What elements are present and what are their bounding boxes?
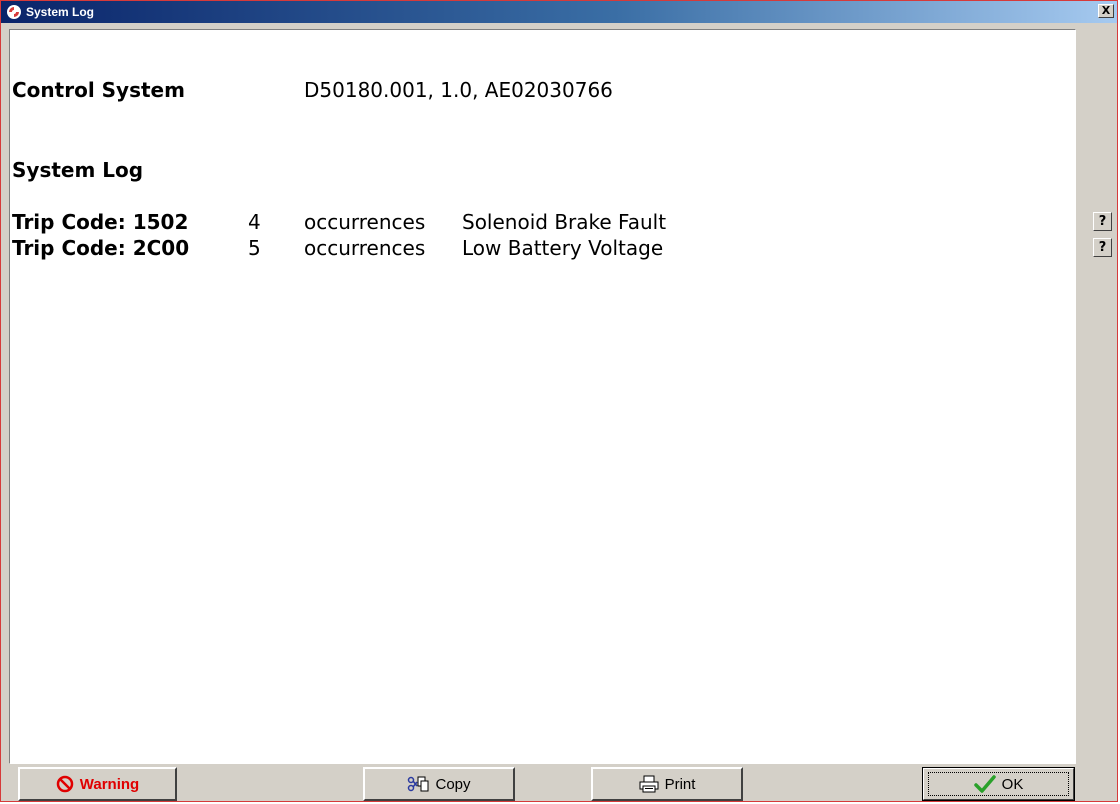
- title-bar[interactable]: System Log X: [1, 1, 1117, 23]
- app-logo-icon: [6, 4, 22, 20]
- fault-description: Solenoid Brake Fault: [462, 210, 667, 234]
- printer-icon: [639, 775, 659, 793]
- log-content-area[interactable]: Control System D50180.001, 1.0, AE020307…: [9, 29, 1076, 764]
- window-title: System Log: [26, 5, 95, 19]
- occurrence-unit: occurrences: [304, 236, 426, 260]
- copy-button[interactable]: Copy: [363, 767, 515, 801]
- occurrence-count: 5: [248, 236, 261, 260]
- help-button-1[interactable]: ?: [1093, 212, 1112, 231]
- control-system-value: D50180.001, 1.0, AE02030766: [304, 78, 613, 102]
- warning-button[interactable]: Warning: [18, 767, 177, 801]
- print-button[interactable]: Print: [591, 767, 743, 801]
- occurrence-count: 4: [248, 210, 261, 234]
- ok-button[interactable]: OK: [922, 767, 1075, 801]
- control-system-label: Control System: [12, 78, 185, 102]
- ok-focus-rect: [928, 772, 1069, 796]
- system-log-window: System Log X Control System D50180.001, …: [0, 0, 1118, 802]
- trip-code-label: Trip Code: 2C00: [12, 236, 190, 260]
- prohibited-icon: [56, 775, 74, 793]
- close-button[interactable]: X: [1098, 4, 1114, 18]
- copy-button-label: Copy: [435, 775, 471, 793]
- occurrence-unit: occurrences: [304, 210, 426, 234]
- copy-icon: [407, 775, 429, 793]
- fault-description: Low Battery Voltage: [462, 236, 664, 260]
- print-button-label: Print: [664, 775, 696, 793]
- trip-code-label: Trip Code: 1502: [12, 210, 189, 234]
- warning-button-label: Warning: [79, 775, 140, 793]
- close-icon: X: [1101, 4, 1111, 17]
- help-button-2[interactable]: ?: [1093, 238, 1112, 257]
- system-log-heading: System Log: [12, 158, 144, 182]
